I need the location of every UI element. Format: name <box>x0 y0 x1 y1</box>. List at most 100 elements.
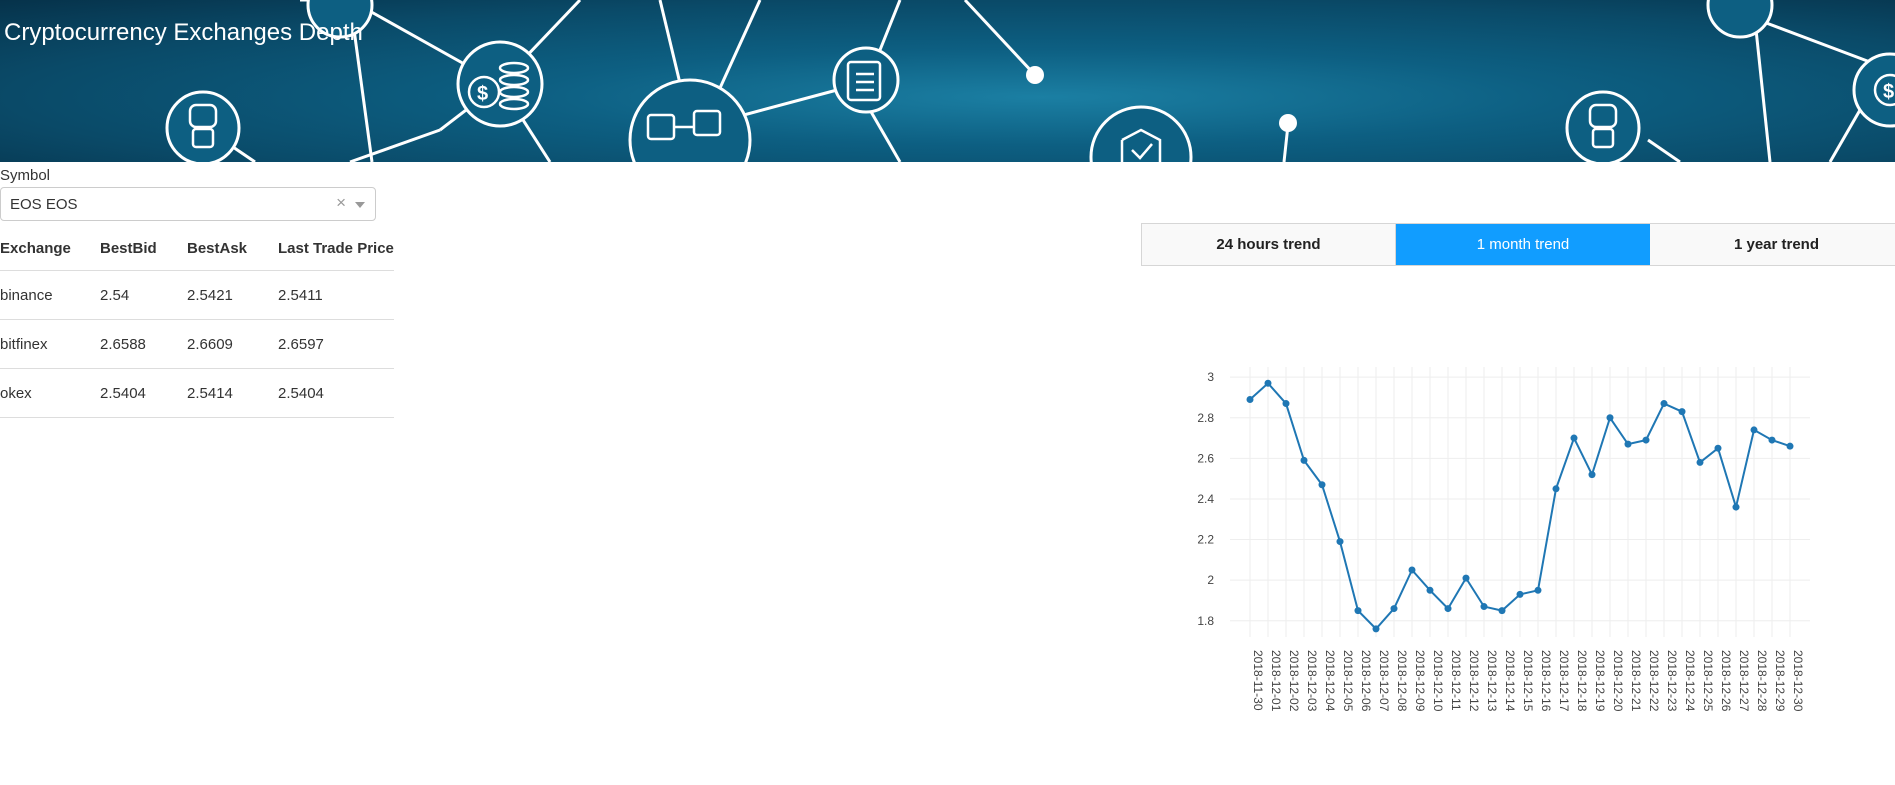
cell-exchange: okex <box>0 368 100 418</box>
tab-1-year-trend[interactable]: 1 year trend <box>1650 224 1895 265</box>
x-tick-label: 2018-12-13 <box>1485 650 1499 712</box>
x-tick-label: 2018-12-17 <box>1557 650 1571 712</box>
data-point <box>1282 400 1290 408</box>
data-point <box>1498 607 1506 615</box>
symbol-selected-value: EOS EOS <box>10 196 78 213</box>
symbol-label: Symbol <box>0 167 51 184</box>
table-row: binance 2.54 2.5421 2.5411 <box>0 270 394 320</box>
data-point <box>1426 586 1434 594</box>
tab-24-hours-trend[interactable]: 24 hours trend <box>1142 224 1396 265</box>
x-tick-label: 2018-12-03 <box>1305 650 1319 712</box>
price-trend-chart: 1.8 2 2.2 2.4 2.6 2.8 3 2018-11-30 2018-12-01 201… <box>1197 367 1810 712</box>
y-tick-label: 2.2 <box>1197 533 1214 547</box>
table-header-row: Exchange BestBid BestAsk Last Trade Pric… <box>0 226 394 271</box>
x-tick-label: 2018-12-16 <box>1539 650 1553 712</box>
x-tick-label: 2018-12-22 <box>1647 650 1661 712</box>
cell-bestask: 2.6609 <box>187 319 278 369</box>
data-point <box>1552 485 1560 493</box>
table-row: bitfinex 2.6588 2.6609 2.6597 <box>0 319 394 369</box>
x-tick-label: 2018-12-29 <box>1773 650 1787 712</box>
x-tick-label: 2018-12-18 <box>1575 650 1589 712</box>
data-point <box>1354 607 1362 615</box>
x-tick-label: 2018-12-09 <box>1413 650 1427 712</box>
data-point <box>1588 471 1596 479</box>
x-tick-label: 2018-12-15 <box>1521 650 1535 712</box>
x-tick-label: 2018-12-08 <box>1395 650 1409 712</box>
data-point <box>1246 395 1254 403</box>
clear-icon[interactable]: × <box>336 193 346 213</box>
data-point <box>1624 440 1632 448</box>
y-tick-label: 2.6 <box>1197 451 1214 465</box>
data-point <box>1408 566 1416 574</box>
x-tick-label: 2018-12-24 <box>1683 650 1697 712</box>
cell-bestbid: 2.5404 <box>100 368 187 418</box>
cell-last-trade-price: 2.5411 <box>278 270 394 320</box>
x-tick-label: 2018-12-04 <box>1323 650 1337 712</box>
x-tick-label: 2018-12-27 <box>1737 650 1751 712</box>
cell-bestask: 2.5421 <box>187 270 278 320</box>
y-tick-label: 2.4 <box>1197 492 1214 506</box>
x-tick-label: 2018-12-25 <box>1701 650 1715 712</box>
x-tick-label: 2018-12-14 <box>1503 650 1517 712</box>
exchange-depth-table: Exchange BestBid BestAsk Last Trade Pric… <box>0 226 394 418</box>
symbol-dropdown[interactable]: EOS EOS × <box>0 187 376 221</box>
cell-bestbid: 2.6588 <box>100 319 187 369</box>
data-point <box>1678 408 1686 416</box>
column-header-bestask: BestAsk <box>187 226 278 271</box>
x-tick-label: 2018-12-12 <box>1467 650 1481 712</box>
page-title: Cryptocurrency Exchanges Depth <box>4 19 363 46</box>
column-header-bestbid: BestBid <box>100 226 187 271</box>
column-header-exchange: Exchange <box>0 226 100 271</box>
x-tick-label: 2018-12-20 <box>1611 650 1625 712</box>
cell-last-trade-price: 2.6597 <box>278 319 394 369</box>
x-tick-label: 2018-12-01 <box>1269 650 1283 712</box>
data-point <box>1516 590 1524 598</box>
x-tick-label: 2018-12-11 <box>1449 650 1463 711</box>
data-point <box>1480 603 1488 611</box>
cell-last-trade-price: 2.5404 <box>278 368 394 418</box>
x-tick-label: 2018-12-19 <box>1593 650 1607 712</box>
x-tick-label: 2018-12-07 <box>1377 650 1391 712</box>
data-point <box>1714 444 1722 452</box>
y-tick-label: 1.8 <box>1197 614 1214 628</box>
x-tick-label: 2018-11-30 <box>1251 650 1265 711</box>
table-row: okex 2.5404 2.5414 2.5404 <box>0 368 394 418</box>
data-point <box>1390 605 1398 613</box>
data-point <box>1462 574 1470 582</box>
y-tick-label: 2 <box>1207 573 1214 587</box>
x-tick-label: 2018-12-06 <box>1359 650 1373 712</box>
tab-1-month-trend[interactable]: 1 month trend <box>1396 224 1650 265</box>
data-point <box>1264 379 1272 387</box>
data-point <box>1768 436 1776 444</box>
cell-exchange: bitfinex <box>0 319 100 369</box>
header-banner: $ $ Cryptocurrency Exchanges Depth <box>0 0 1895 162</box>
y-tick-label: 3 <box>1207 370 1214 384</box>
data-point <box>1642 436 1650 444</box>
data-point <box>1660 400 1668 408</box>
svg-text:$: $ <box>1883 81 1894 103</box>
data-point <box>1444 605 1452 613</box>
data-point <box>1336 538 1344 546</box>
data-point <box>1372 625 1380 633</box>
cell-exchange: binance <box>0 270 100 320</box>
x-tick-label: 2018-12-10 <box>1431 650 1445 712</box>
x-tick-label: 2018-12-23 <box>1665 650 1679 712</box>
data-point <box>1534 586 1542 594</box>
data-point <box>1696 458 1704 466</box>
data-point <box>1732 503 1740 511</box>
x-tick-label: 2018-12-30 <box>1791 650 1805 712</box>
x-tick-label: 2018-12-21 <box>1629 650 1643 712</box>
data-point <box>1750 426 1758 434</box>
data-point <box>1570 434 1578 442</box>
data-point <box>1300 456 1308 464</box>
trend-tabs: 24 hours trend 1 month trend 1 year tren… <box>1141 223 1895 266</box>
column-header-last-trade-price: Last Trade Price <box>278 226 394 271</box>
chevron-down-icon[interactable] <box>355 202 365 208</box>
x-tick-label: 2018-12-05 <box>1341 650 1355 712</box>
svg-text:$: $ <box>477 83 488 105</box>
data-point <box>1786 442 1794 450</box>
x-tick-label: 2018-12-28 <box>1755 650 1769 712</box>
data-point <box>1318 481 1326 489</box>
x-tick-label: 2018-12-26 <box>1719 650 1733 712</box>
cell-bestask: 2.5414 <box>187 368 278 418</box>
